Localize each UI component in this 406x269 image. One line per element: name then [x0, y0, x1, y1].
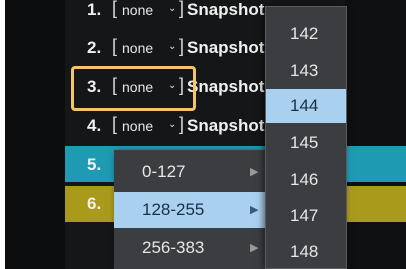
right-panel	[345, 0, 406, 269]
number-option[interactable]: 146	[266, 163, 346, 197]
submenu-item-label: 256-383	[142, 238, 205, 257]
chevron-right-icon: ▶	[250, 242, 259, 254]
row-number: 6.	[87, 194, 102, 213]
row-number: 5.	[87, 155, 102, 174]
number-option[interactable]: 145	[266, 126, 346, 160]
number-option-label: 142	[290, 24, 319, 43]
chevron-down-icon[interactable]: ⌄	[168, 41, 176, 52]
selection-highlight	[71, 66, 196, 111]
bracket-close: ]	[179, 36, 185, 56]
bracket-close: ]	[179, 0, 185, 18]
range-submenu: 0-127 ▶ 128-255 ▶ 256-383 ▶	[114, 150, 272, 269]
row-number: 4.	[87, 116, 102, 135]
snapshot-select-value[interactable]: none	[122, 40, 153, 56]
row-name: Snapshot	[187, 0, 265, 19]
number-option-label: 144	[290, 96, 319, 115]
number-option-label: 148	[290, 242, 319, 261]
app-screen: 1. [ none ⌄ ] Snapshot 2. [ none ⌄ ] Sna…	[5, 0, 406, 269]
chevron-down-icon[interactable]: ⌄	[168, 119, 176, 130]
number-option-label: 146	[290, 170, 319, 189]
number-option[interactable]: 142	[266, 17, 346, 51]
row-name: Snapshot	[187, 38, 265, 57]
number-option[interactable]: 147	[266, 199, 346, 233]
bracket-open: [	[112, 114, 118, 134]
row-number: 1.	[87, 0, 102, 19]
snapshot-select-value[interactable]: none	[122, 118, 153, 134]
bracket-open: [	[112, 36, 118, 56]
submenu-item-0-127[interactable]: 0-127 ▶	[114, 154, 272, 190]
number-option-label: 143	[290, 61, 319, 80]
number-option-label: 145	[290, 133, 319, 152]
submenu-item-label: 0-127	[142, 162, 186, 181]
number-option[interactable]: 143	[266, 54, 346, 88]
number-list-menu: 142 143 144 145 146 147 148	[265, 6, 347, 269]
submenu-item-label: 128-255	[142, 200, 205, 219]
row-number: 2.	[87, 38, 102, 57]
chevron-right-icon: ▶	[250, 166, 259, 178]
number-option-selected[interactable]: 144	[266, 89, 346, 123]
snapshot-select-value[interactable]: none	[122, 2, 153, 18]
row-name: Snapshot	[187, 77, 265, 96]
submenu-item-128-255[interactable]: 128-255 ▶	[114, 192, 272, 228]
row-name: Snapshot	[187, 116, 265, 135]
chevron-right-icon: ▶	[250, 204, 259, 216]
number-option-label: 147	[290, 206, 319, 225]
bracket-close: ]	[179, 114, 185, 134]
left-panel	[5, 0, 65, 269]
number-option[interactable]: 148	[266, 235, 346, 269]
chevron-down-icon[interactable]: ⌄	[168, 3, 176, 14]
bracket-open: [	[112, 0, 118, 18]
submenu-item-256-383[interactable]: 256-383 ▶	[114, 230, 272, 266]
